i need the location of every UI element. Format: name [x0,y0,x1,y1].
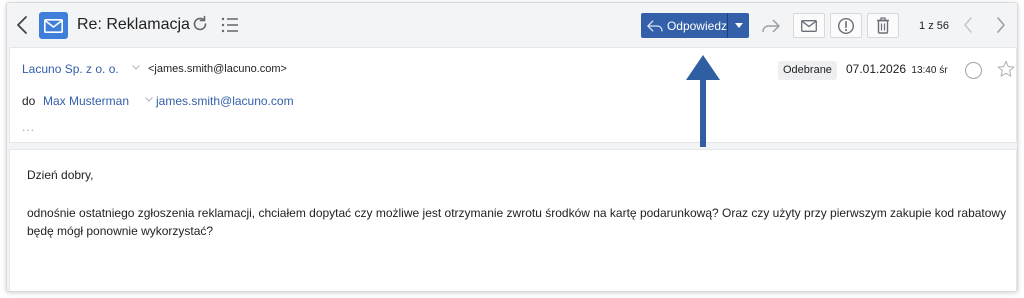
circle-icon[interactable] [965,62,982,79]
reply-button-group: Odpowiedz [641,13,749,38]
folder-badge: Odebrane [778,61,837,80]
chevron-down-icon [734,23,743,28]
star-icon[interactable] [997,60,1015,78]
pager-current: 1 [919,20,926,32]
envelope-icon [801,19,817,32]
delete-button[interactable] [867,13,899,38]
received-date: 07.01.2026 13:40 śr [846,62,948,76]
mail-icon [39,12,68,39]
chevron-down-icon[interactable] [132,65,140,70]
pager-total: 56 [936,20,949,32]
message-body: Dzień dobry, odnośnie ostatniego zgłosze… [9,149,1017,291]
recipient-email[interactable]: james.smith@lacuno.com [156,94,294,108]
email-subject: Re: Reklamacja [77,16,190,33]
message-header: Lacuno Sp. z o. o. <james.smith@lacuno.c… [9,47,1017,143]
trash-icon [877,17,889,34]
date-value: 07.01.2026 [846,62,907,76]
back-icon[interactable] [13,15,31,35]
mark-unread-button[interactable] [793,13,825,38]
sender-email: <james.smith@lacuno.com> [148,63,287,75]
chevron-left-icon[interactable] [962,16,974,34]
recipient-name[interactable]: Max Musterman [43,94,129,108]
reply-options-button[interactable] [728,13,749,38]
to-label: do [22,94,36,108]
forward-button[interactable] [755,13,787,38]
body-paragraph: odnośnie ostatniego zgłoszenia reklamacj… [27,206,1007,238]
chevron-down-icon[interactable] [145,97,153,102]
sender-name[interactable]: Lacuno Sp. z o. o. [22,62,119,76]
report-spam-button[interactable] [830,13,862,38]
pager-separator: z [928,20,934,32]
reply-button[interactable]: Odpowiedz [641,13,727,38]
arrow-up-icon [686,55,720,147]
list-icon[interactable] [220,15,240,35]
chevron-right-icon[interactable] [995,16,1007,34]
alert-icon [837,17,855,34]
reply-label: Odpowiedz [666,18,727,33]
body-greeting: Dzień dobry, [27,168,94,182]
show-more-button[interactable]: ... [22,120,35,134]
pager: 1 z 56 [919,20,949,32]
time-value: 13:40 śr [911,65,948,76]
reply-icon [647,19,663,32]
refresh-icon[interactable] [190,14,210,34]
forward-icon [762,18,780,33]
toolbar: Re: Reklamacja Odpowiedz 1 z 56 [7,3,1017,47]
email-window: Re: Reklamacja Odpowiedz 1 z 56 Lacuno S… [6,2,1018,292]
